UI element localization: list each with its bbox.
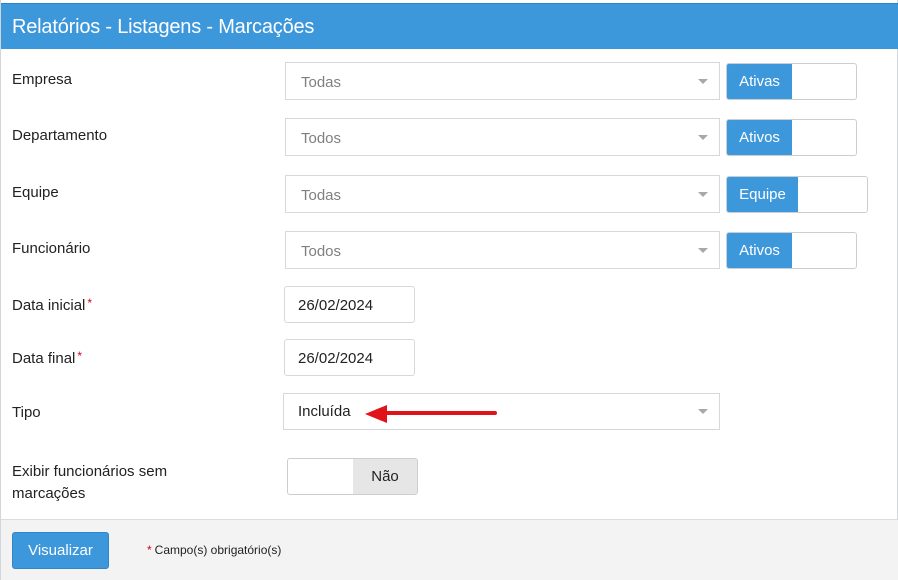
funcionario-select-value: Todos <box>301 243 342 260</box>
chevron-down-icon <box>698 409 708 414</box>
departamento-label: Departamento <box>12 127 108 144</box>
page-title: Relatórios - Listagens - Marcações <box>12 16 315 38</box>
equipe-select[interactable]: Todas <box>285 175 720 213</box>
report-form-window: Relatórios - Listagens - Marcações Empre… <box>0 0 898 580</box>
data-inicial-input[interactable]: 26/02/2024 <box>284 286 415 323</box>
chevron-down-icon <box>698 79 708 84</box>
empresa-toggle-on-label: Ativas <box>727 64 792 99</box>
required-mark: * <box>87 296 93 310</box>
tipo-label: Tipo <box>12 404 41 421</box>
empresa-select-value: Todas <box>301 74 342 91</box>
equipe-label: Equipe <box>12 184 59 201</box>
form-footer: Visualizar * Campo(s) obrigatório(s) <box>1 519 898 580</box>
departamento-status-toggle[interactable]: Ativos <box>726 119 857 156</box>
exibir-toggle-off-label: Não <box>353 459 417 494</box>
required-mark: * <box>147 543 152 557</box>
visualizar-button[interactable]: Visualizar <box>12 532 109 569</box>
chevron-down-icon <box>698 135 708 140</box>
equipe-select-value: Todas <box>301 187 342 204</box>
empresa-status-toggle[interactable]: Ativas <box>726 63 857 100</box>
equipe-toggle-on-label: Equipe <box>727 177 798 212</box>
departamento-select-value: Todos <box>301 130 342 147</box>
empresa-label: Empresa <box>12 71 73 88</box>
required-note-text: Campo(s) obrigatório(s) <box>154 543 282 557</box>
exibir-label: Exibir funcionários sem marcações <box>12 461 167 505</box>
funcionario-toggle-on-label: Ativos <box>727 233 792 268</box>
chevron-down-icon <box>698 192 708 197</box>
data-final-label-text: Data final <box>12 350 76 367</box>
empresa-select[interactable]: Todas <box>285 62 720 100</box>
data-inicial-value: 26/02/2024 <box>298 297 374 314</box>
data-inicial-label-text: Data inicial <box>12 297 86 314</box>
equipe-status-toggle[interactable]: Equipe <box>726 176 868 213</box>
exibir-label-line1: Exibir funcionários sem <box>12 463 168 480</box>
departamento-toggle-on-label: Ativos <box>727 120 792 155</box>
departamento-select[interactable]: Todos <box>285 118 720 156</box>
data-final-input[interactable]: 26/02/2024 <box>284 339 415 376</box>
required-mark: * <box>77 349 83 363</box>
funcionario-status-toggle[interactable]: Ativos <box>726 232 857 269</box>
required-fields-note: * Campo(s) obrigatório(s) <box>147 543 281 557</box>
funcionario-label: Funcionário <box>12 240 91 257</box>
data-final-value: 26/02/2024 <box>298 350 374 367</box>
funcionario-select[interactable]: Todos <box>285 231 720 269</box>
tipo-select-value: Incluída <box>298 403 351 420</box>
chevron-down-icon <box>698 248 708 253</box>
exibir-sem-marcacoes-toggle[interactable]: Não <box>287 458 418 495</box>
page-header: Relatórios - Listagens - Marcações <box>1 3 898 49</box>
data-inicial-label: Data inicial * <box>12 296 93 314</box>
data-final-label: Data final * <box>12 349 83 367</box>
red-arrow-annotation <box>365 405 497 423</box>
exibir-label-line2: marcações <box>12 485 86 502</box>
